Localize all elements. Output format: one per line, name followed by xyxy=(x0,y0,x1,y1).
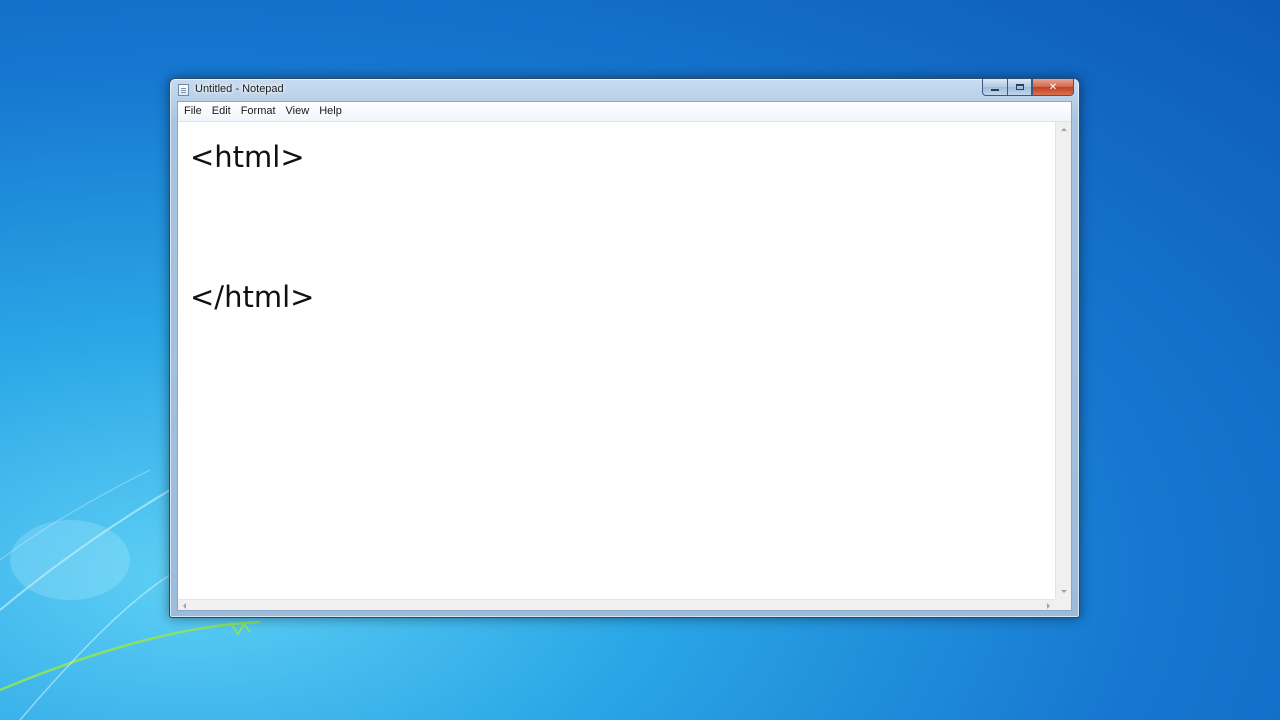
menu-format[interactable]: Format xyxy=(237,103,280,120)
client-area: File Edit Format View Help <html> </html… xyxy=(177,101,1072,611)
editor-content[interactable]: <html> </html> xyxy=(190,122,314,332)
caption-buttons: ✕ xyxy=(982,79,1074,97)
notepad-window: Untitled - Notepad ✕ File Edit Format Vi… xyxy=(169,78,1080,618)
scroll-left-arrow-icon[interactable] xyxy=(183,603,186,609)
size-grip[interactable] xyxy=(1055,599,1071,610)
menu-file[interactable]: File xyxy=(180,103,206,120)
vertical-scrollbar[interactable] xyxy=(1055,122,1071,600)
notepad-icon[interactable] xyxy=(178,84,189,96)
close-button[interactable]: ✕ xyxy=(1032,79,1074,96)
menu-bar: File Edit Format View Help xyxy=(178,102,1071,122)
horizontal-scrollbar[interactable] xyxy=(178,599,1056,610)
text-editor[interactable]: <html> </html> xyxy=(178,122,1056,600)
close-icon: ✕ xyxy=(1048,81,1058,93)
menu-edit[interactable]: Edit xyxy=(208,103,235,120)
maximize-button[interactable] xyxy=(1007,79,1032,96)
window-title: Untitled - Notepad xyxy=(195,83,284,95)
minimize-button[interactable] xyxy=(982,79,1007,96)
minimize-icon xyxy=(991,88,999,91)
maximize-icon xyxy=(1015,84,1024,90)
menu-help[interactable]: Help xyxy=(315,103,346,120)
scroll-down-arrow-icon[interactable] xyxy=(1061,590,1067,593)
title-bar[interactable]: Untitled - Notepad ✕ xyxy=(170,79,1079,101)
scroll-right-arrow-icon[interactable] xyxy=(1047,603,1050,609)
menu-view[interactable]: View xyxy=(282,103,314,120)
scroll-up-arrow-icon[interactable] xyxy=(1061,128,1067,131)
